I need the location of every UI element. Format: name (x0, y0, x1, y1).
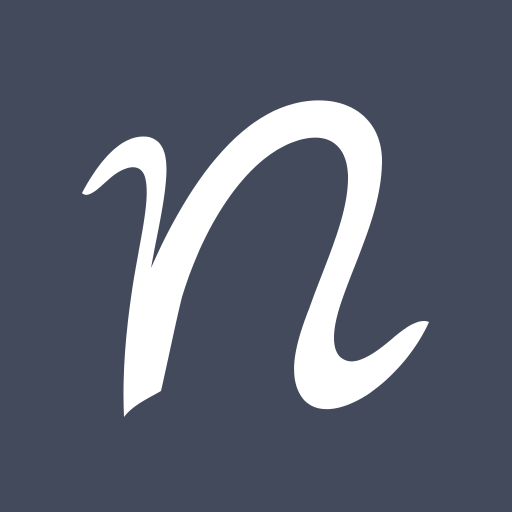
app-icon (0, 0, 512, 512)
letter-n-glyph (82, 100, 429, 418)
n-logo-icon (82, 100, 429, 418)
